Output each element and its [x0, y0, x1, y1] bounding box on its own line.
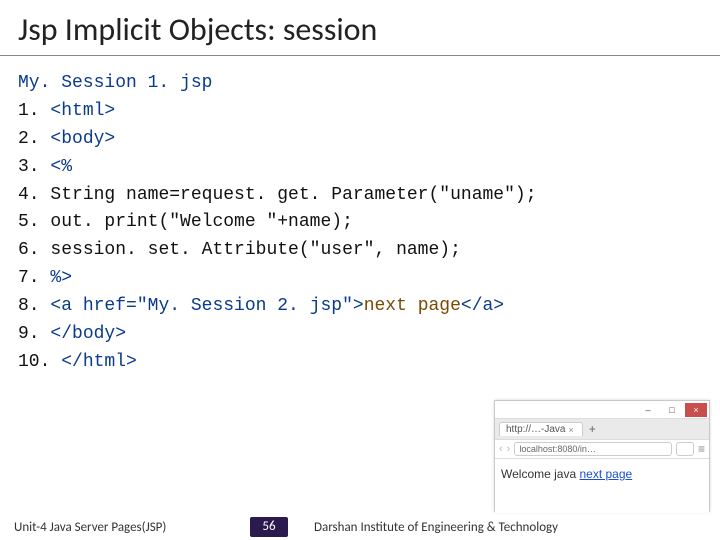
line-number: 5. [18, 212, 40, 232]
code-line: 7. %> [18, 265, 702, 293]
code-filename: My. Session 1. jsp [18, 70, 702, 98]
code-line: 4. String name=request. get. Parameter("… [18, 182, 702, 210]
line-number: 3. [18, 157, 40, 177]
browser-tab[interactable]: http://…-Java × [499, 422, 583, 436]
page-text: Welcome java [501, 467, 579, 481]
browser-tabs: http://…-Java × + [495, 419, 709, 439]
window-titlebar: – □ × [495, 401, 709, 419]
line-number: 6. [18, 240, 40, 260]
code-line: 2. <body> [18, 126, 702, 154]
search-box[interactable] [676, 442, 694, 456]
line-number: 7. [18, 268, 40, 288]
page-number: 56 [250, 517, 288, 537]
code-token: </a> [461, 296, 504, 316]
code-line: 8. <a href="My. Session 2. jsp">next pag… [18, 293, 702, 321]
minimize-button[interactable]: – [637, 403, 659, 417]
code-token: </html> [61, 352, 137, 372]
code-line: 5. out. print("Welcome "+name); [18, 209, 702, 237]
code-token: out. print("Welcome "+name); [50, 212, 352, 232]
slide-title: Jsp Implicit Objects: session [0, 0, 720, 56]
browser-toolbar: ‹ › localhost:8080/in… ≡ [495, 439, 709, 459]
code-token: <html> [50, 101, 115, 121]
code-token: <% [50, 157, 72, 177]
code-token: next page [364, 296, 461, 316]
code-block: My. Session 1. jsp 1. <html> 2. <body> 3… [0, 56, 720, 377]
code-token: </body> [50, 324, 126, 344]
browser-viewport: Welcome java next page [495, 459, 709, 513]
line-number: 2. [18, 129, 40, 149]
line-number: 8. [18, 296, 40, 316]
footer-right: Darshan Institute of Engineering & Techn… [288, 520, 720, 535]
tab-label: http://…-Java [506, 424, 565, 435]
code-token: String name=request. get. Parameter("una… [50, 185, 536, 205]
close-button[interactable]: × [685, 403, 707, 417]
maximize-button[interactable]: □ [661, 403, 683, 417]
page-link[interactable]: next page [579, 467, 632, 481]
line-number: 10. [18, 352, 50, 372]
code-token: session. set. Attribute("user", name); [50, 240, 460, 260]
back-button[interactable]: ‹ [499, 443, 503, 455]
code-line: 3. <% [18, 154, 702, 182]
line-number: 4. [18, 185, 40, 205]
line-number: 9. [18, 324, 40, 344]
forward-button[interactable]: › [507, 443, 511, 455]
code-token: %> [50, 268, 72, 288]
code-token: <body> [50, 129, 115, 149]
code-line: 10. </html> [18, 349, 702, 377]
footer-left: Unit-4 Java Server Pages(JSP) [0, 520, 250, 535]
menu-icon[interactable]: ≡ [698, 442, 705, 456]
browser-preview: – □ × http://…-Java × + ‹ › localhost:80… [494, 400, 710, 512]
line-number: 1. [18, 101, 40, 121]
code-token: <a href="My. Session 2. jsp"> [50, 296, 363, 316]
code-line: 6. session. set. Attribute("user", name)… [18, 237, 702, 265]
address-bar[interactable]: localhost:8080/in… [514, 442, 672, 456]
code-line: 9. </body> [18, 321, 702, 349]
slide-footer: Unit-4 Java Server Pages(JSP) 56 Darshan… [0, 514, 720, 540]
new-tab-button[interactable]: + [587, 422, 598, 436]
code-line: 1. <html> [18, 98, 702, 126]
tab-close-icon[interactable]: × [568, 425, 573, 435]
